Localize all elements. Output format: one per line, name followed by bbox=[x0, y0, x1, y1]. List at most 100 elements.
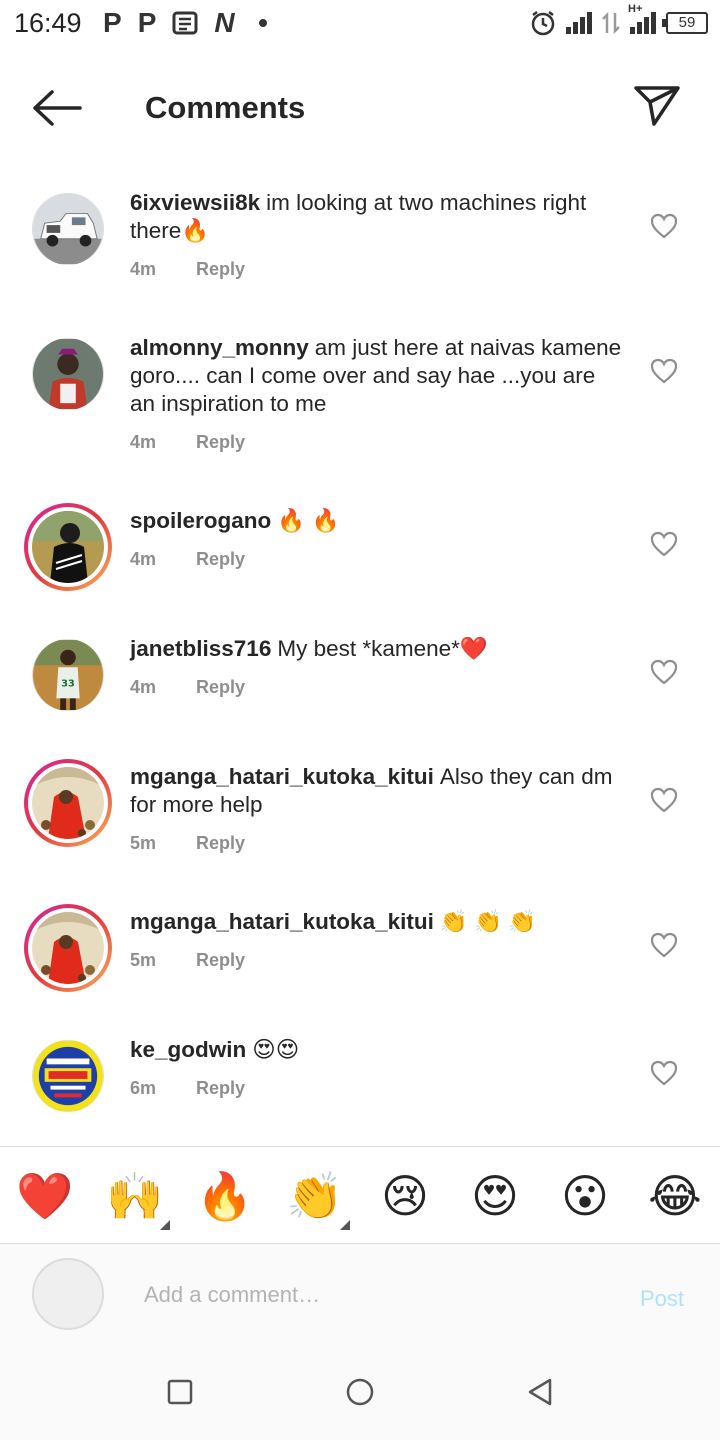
avatar-wrap[interactable] bbox=[24, 185, 112, 273]
signal-2-icon: H+ bbox=[628, 3, 656, 34]
crying-emoji-button[interactable]: 😢 bbox=[375, 1168, 435, 1224]
comment-meta: 5m Reply bbox=[130, 833, 245, 854]
reply-button[interactable]: Reply bbox=[196, 259, 245, 280]
clapping-emoji-button[interactable]: 👏 bbox=[285, 1168, 345, 1224]
recents-square-icon[interactable] bbox=[164, 1376, 196, 1408]
reply-button[interactable]: Reply bbox=[196, 677, 245, 698]
heart-outline-icon[interactable] bbox=[650, 1060, 678, 1086]
status-right-icons: H+ 59 bbox=[530, 3, 708, 36]
comment-text-block: spoilerogano 🔥 🔥 bbox=[130, 507, 625, 535]
back-triangle-icon[interactable] bbox=[524, 1376, 556, 1408]
heart-outline-icon[interactable] bbox=[650, 358, 678, 384]
svg-text:33: 33 bbox=[61, 679, 75, 690]
comment-username[interactable]: 6ixviewsii8k bbox=[130, 190, 260, 215]
surprised-emoji-button[interactable]: 😮 bbox=[555, 1168, 615, 1224]
comment-text-block: ke_godwin 😍😍 bbox=[130, 1036, 625, 1064]
more-notifications-dot bbox=[258, 19, 267, 27]
comment-text-block: 6ixviewsii8k im looking at two machines r… bbox=[130, 189, 625, 245]
comment-time: 4m bbox=[130, 432, 157, 452]
comment-time: 6m bbox=[130, 1078, 157, 1098]
alarm-icon bbox=[531, 11, 555, 36]
p-app-icon: P bbox=[103, 7, 122, 38]
notification-icons: P P N bbox=[103, 9, 267, 37]
comment-username[interactable]: spoilerogano bbox=[130, 508, 271, 533]
heart-outline-icon[interactable] bbox=[650, 213, 678, 239]
comment-username[interactable]: janetbliss716 bbox=[130, 636, 271, 661]
reply-button[interactable]: Reply bbox=[196, 833, 245, 854]
comment-text-block: almonny_monny am just here at naivas kame… bbox=[130, 334, 625, 418]
heart-eyes-emoji-button[interactable]: 😍 bbox=[465, 1168, 525, 1224]
yellow-poster-avatar bbox=[33, 1041, 103, 1111]
header: Comments bbox=[0, 60, 720, 155]
story-avatar[interactable] bbox=[24, 904, 112, 992]
raised-hands-emoji-button[interactable]: 🙌 bbox=[105, 1168, 165, 1224]
avatar-wrap[interactable]: 33 bbox=[24, 631, 112, 719]
comment-meta: 5m Reply bbox=[130, 950, 245, 971]
reply-button[interactable]: Reply bbox=[196, 950, 245, 971]
home-circle-icon[interactable] bbox=[344, 1376, 376, 1408]
skin-tone-indicator-icon bbox=[160, 1220, 170, 1230]
page-title: Comments bbox=[145, 90, 306, 125]
comment-username[interactable]: mganga_hatari_kutoka_kitui bbox=[130, 909, 434, 934]
comment-text-block: mganga_hatari_kutoka_kitui Also they can … bbox=[130, 763, 625, 819]
comment-time: 4m bbox=[130, 259, 157, 279]
comment-time: 5m bbox=[130, 833, 157, 853]
heart-outline-icon[interactable] bbox=[650, 787, 678, 813]
heart-emoji-button[interactable]: ❤️ bbox=[15, 1168, 75, 1224]
comment-composer: Post bbox=[0, 1244, 720, 1344]
comment-time: 4m bbox=[130, 549, 157, 569]
person-avatar bbox=[33, 339, 103, 409]
comment-text: 😍😍 bbox=[252, 1037, 300, 1062]
white-truck-avatar bbox=[33, 194, 103, 264]
comment-text-block: janetbliss716 My best *kamene*❤️ bbox=[130, 635, 625, 663]
my-avatar bbox=[32, 1258, 104, 1330]
divider bbox=[0, 1146, 720, 1147]
reply-button[interactable]: Reply bbox=[196, 549, 245, 570]
fire-emoji-button[interactable]: 🔥 bbox=[195, 1168, 255, 1224]
network-type: H+ bbox=[628, 3, 643, 15]
laughing-emoji-button[interactable]: 😂 bbox=[645, 1168, 705, 1224]
comment-username[interactable]: mganga_hatari_kutoka_kitui bbox=[130, 764, 434, 789]
send-icon[interactable] bbox=[632, 80, 682, 130]
back-arrow-icon[interactable] bbox=[30, 88, 82, 128]
emoji-quick-bar: ❤️ 🙌 🔥 👏 😢 😍 😮 😂 bbox=[0, 1148, 720, 1243]
news-icon bbox=[172, 11, 198, 35]
heart-outline-icon[interactable] bbox=[650, 932, 678, 958]
data-arrows-icon bbox=[602, 11, 620, 35]
comment-text: 👏 👏 👏 bbox=[439, 909, 537, 934]
comment-meta: 4m Reply bbox=[130, 549, 245, 570]
comment-meta: 4m Reply bbox=[130, 432, 245, 453]
heart-outline-icon[interactable] bbox=[650, 659, 678, 685]
avatar-wrap[interactable] bbox=[24, 1032, 112, 1120]
avatar-wrap[interactable] bbox=[24, 330, 112, 418]
person-dark-avatar bbox=[32, 511, 104, 583]
p-app-icon-2: P bbox=[137, 7, 157, 38]
post-button[interactable]: Post bbox=[640, 1286, 684, 1312]
signal-icon bbox=[566, 12, 592, 34]
status-time: 16:49 bbox=[14, 8, 82, 38]
comment-meta: 4m Reply bbox=[130, 677, 245, 698]
battery-icon: 59 bbox=[662, 12, 708, 34]
comment-meta: 4m Reply bbox=[130, 259, 245, 280]
story-avatar[interactable] bbox=[24, 759, 112, 847]
n-app-icon: N bbox=[214, 7, 235, 38]
comment-text-block: mganga_hatari_kutoka_kitui 👏 👏 👏 bbox=[130, 908, 625, 936]
system-nav-bar bbox=[0, 1344, 720, 1440]
person-jersey-avatar: 33 bbox=[33, 640, 103, 710]
comment-username[interactable]: almonny_monny bbox=[130, 335, 309, 360]
comment-username[interactable]: ke_godwin bbox=[130, 1037, 246, 1062]
skin-tone-indicator-icon bbox=[340, 1220, 350, 1230]
red-robe-avatar bbox=[32, 912, 104, 984]
reply-button[interactable]: Reply bbox=[196, 1078, 245, 1099]
comment-text: 🔥 🔥 bbox=[277, 508, 340, 533]
comment-text: My best *kamene*❤️ bbox=[277, 636, 488, 661]
status-bar: 16:49 P P N H+ 59 bbox=[0, 0, 720, 50]
red-robe-avatar bbox=[32, 767, 104, 839]
comment-time: 5m bbox=[130, 950, 157, 970]
comment-input[interactable] bbox=[144, 1278, 604, 1312]
story-avatar[interactable] bbox=[24, 503, 112, 591]
reply-button[interactable]: Reply bbox=[196, 432, 245, 453]
comment-time: 4m bbox=[130, 677, 157, 697]
comment-meta: 6m Reply bbox=[130, 1078, 245, 1099]
heart-outline-icon[interactable] bbox=[650, 531, 678, 557]
